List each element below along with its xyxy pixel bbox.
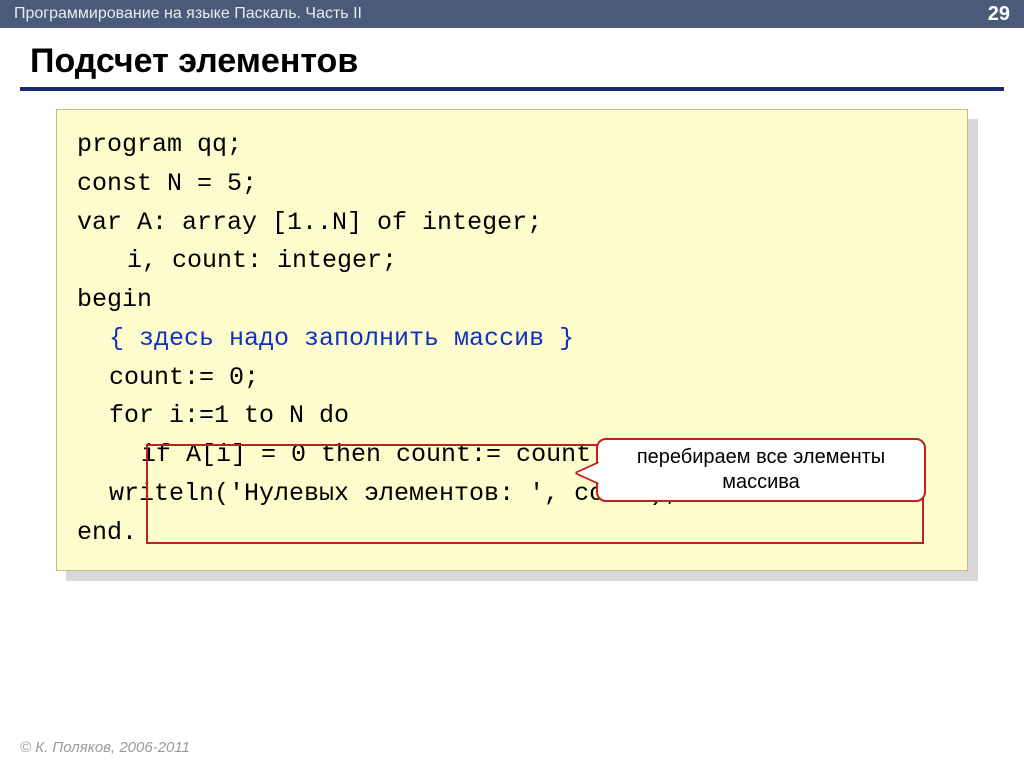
header-title: Программирование на языке Паскаль. Часть… xyxy=(14,5,362,23)
code-line: begin xyxy=(77,285,152,314)
code-line: program qq; xyxy=(77,130,242,159)
code-line: i, count: integer; xyxy=(77,242,947,281)
slide: Программирование на языке Паскаль. Часть… xyxy=(0,0,1024,768)
code-container: program qq; const N = 5; var A: array [1… xyxy=(56,109,968,571)
header-bar: Программирование на языке Паскаль. Часть… xyxy=(0,0,1024,28)
code-line: for i:=1 to N do xyxy=(77,397,947,436)
code-line: const N = 5; xyxy=(77,169,257,198)
code-comment: { здесь надо заполнить массив } xyxy=(77,320,947,359)
callout-text: перебираем все элементы массива xyxy=(608,445,914,495)
callout-bubble: перебираем все элементы массива xyxy=(596,438,926,502)
title-rule xyxy=(20,87,1004,91)
page-number: 29 xyxy=(988,3,1010,26)
code-line: end. xyxy=(77,518,137,547)
copyright: © К. Поляков, 2006-2011 xyxy=(20,739,190,756)
code-line: count:= 0; xyxy=(77,359,947,398)
code-line: var A: array [1..N] of integer; xyxy=(77,208,542,237)
callout-tail-icon xyxy=(577,463,599,483)
page-title: Подсчет элементов xyxy=(0,28,1024,87)
